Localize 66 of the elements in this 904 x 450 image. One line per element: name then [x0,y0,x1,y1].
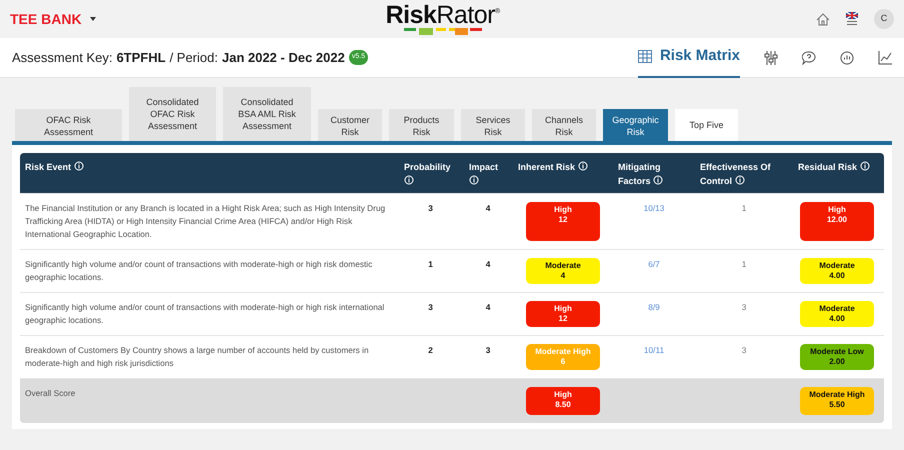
effectiveness-value: 3 [742,345,746,355]
risk-level-badge: Moderate 4 [526,258,600,284]
column-header: Impact [463,153,513,193]
tab[interactable]: Geographic Risk [603,109,668,141]
tab[interactable]: Channels Risk [532,109,596,141]
impact-value: 4 [486,203,490,213]
bank-selector[interactable]: TEE BANK [10,8,96,30]
column-header: Mitigating Factors [613,153,695,193]
column-header: Probability [398,153,463,193]
probability-value: 3 [428,203,433,213]
info-icon[interactable] [860,161,870,171]
table-icon [638,50,652,62]
overall-score-label: Overall Score [25,388,76,398]
effectiveness-value: 3 [742,302,746,312]
assessment-key: 6TPFHL [116,48,166,68]
column-header: Risk Event [20,153,398,193]
impact-value: 3 [486,345,490,355]
impact-value: 4 [486,302,490,312]
column-header: Residual Risk [793,153,881,193]
info-icon[interactable] [74,161,84,171]
risk-level-badge: Moderate 4.00 [800,301,874,327]
tab[interactable]: Services Risk [461,109,525,141]
period-label: / Period: [170,48,218,67]
info-icon[interactable] [734,175,744,185]
risk-level-badge: High 8.50 [526,387,600,415]
tab[interactable]: Customer Risk [318,109,382,141]
risk-level-badge: High 12 [526,301,600,327]
info-icon[interactable] [578,161,588,171]
risk-level-badge: Moderate Low 2.00 [800,344,874,370]
logo-text: RiskRator$^{®}$ [386,2,500,28]
avatar[interactable]: C [874,9,894,29]
risk-level-badge: Moderate 4.00 [800,258,874,284]
probability-value: 2 [428,345,433,355]
key-label: Assessment Key: [12,48,112,67]
risk-level-badge: High 12 [526,202,600,241]
probability-value: 3 [428,302,433,312]
impact-value: 4 [486,259,490,269]
tab[interactable]: Consolidated OFAC Risk Assessment [129,87,216,141]
info-icon[interactable] [404,175,414,185]
effectiveness-value: 1 [742,259,746,269]
effectiveness-value: 1 [742,203,746,213]
probability-value: 1 [428,259,433,269]
help-icon[interactable] [802,50,816,64]
tab[interactable]: Consolidated BSA AML Risk Assessment [223,87,311,141]
risk-event-text: Significantly high volume and/or count of transactions with moderate-high or high risk domestic geographic locations. [25,259,372,282]
risk-level-badge: Moderate High 6 [526,344,600,370]
column-header: Inherent Risk [513,153,613,193]
caret-icon [90,17,96,21]
risk-level-badge: High 12.00 [800,202,874,241]
flag-icon[interactable] [846,12,858,26]
info-icon[interactable] [469,175,479,185]
tab[interactable]: OFAC Risk Assessment [15,109,122,141]
chat-icon[interactable] [840,50,854,64]
chart-icon[interactable] [878,50,892,64]
risk-matrix-tab[interactable]: Risk Matrix [638,36,740,78]
risk-event-text: Significantly high volume and/or count of transactions with moderate-high or high risk international geographic locations. [25,302,384,325]
risk-level-badge: Moderate High 5.50 [800,387,874,415]
sliders-icon[interactable] [764,50,778,64]
column-header: Effectiveness Of Control [699,161,772,188]
tab[interactable]: Top Five [675,109,738,141]
home-icon[interactable] [816,12,830,26]
period: Jan 2022 - Dec 2022 [222,48,345,67]
tab[interactable]: Products Risk [389,109,454,141]
info-icon[interactable] [653,175,664,185]
risk-event-text: Breakdown of Customers By Country shows a large number of accounts held by customers in moderate-high and high risk jurisdictions [25,345,369,368]
risk-event-text: The Financial Institution or any Branch is located in a Hight Risk Area; such as High Intensity Drug Trafficking Area (HIDTA) or High Intensity Financial Crime Area (HIFCA) and/or High Risk International Geographic Location. [25,203,386,239]
